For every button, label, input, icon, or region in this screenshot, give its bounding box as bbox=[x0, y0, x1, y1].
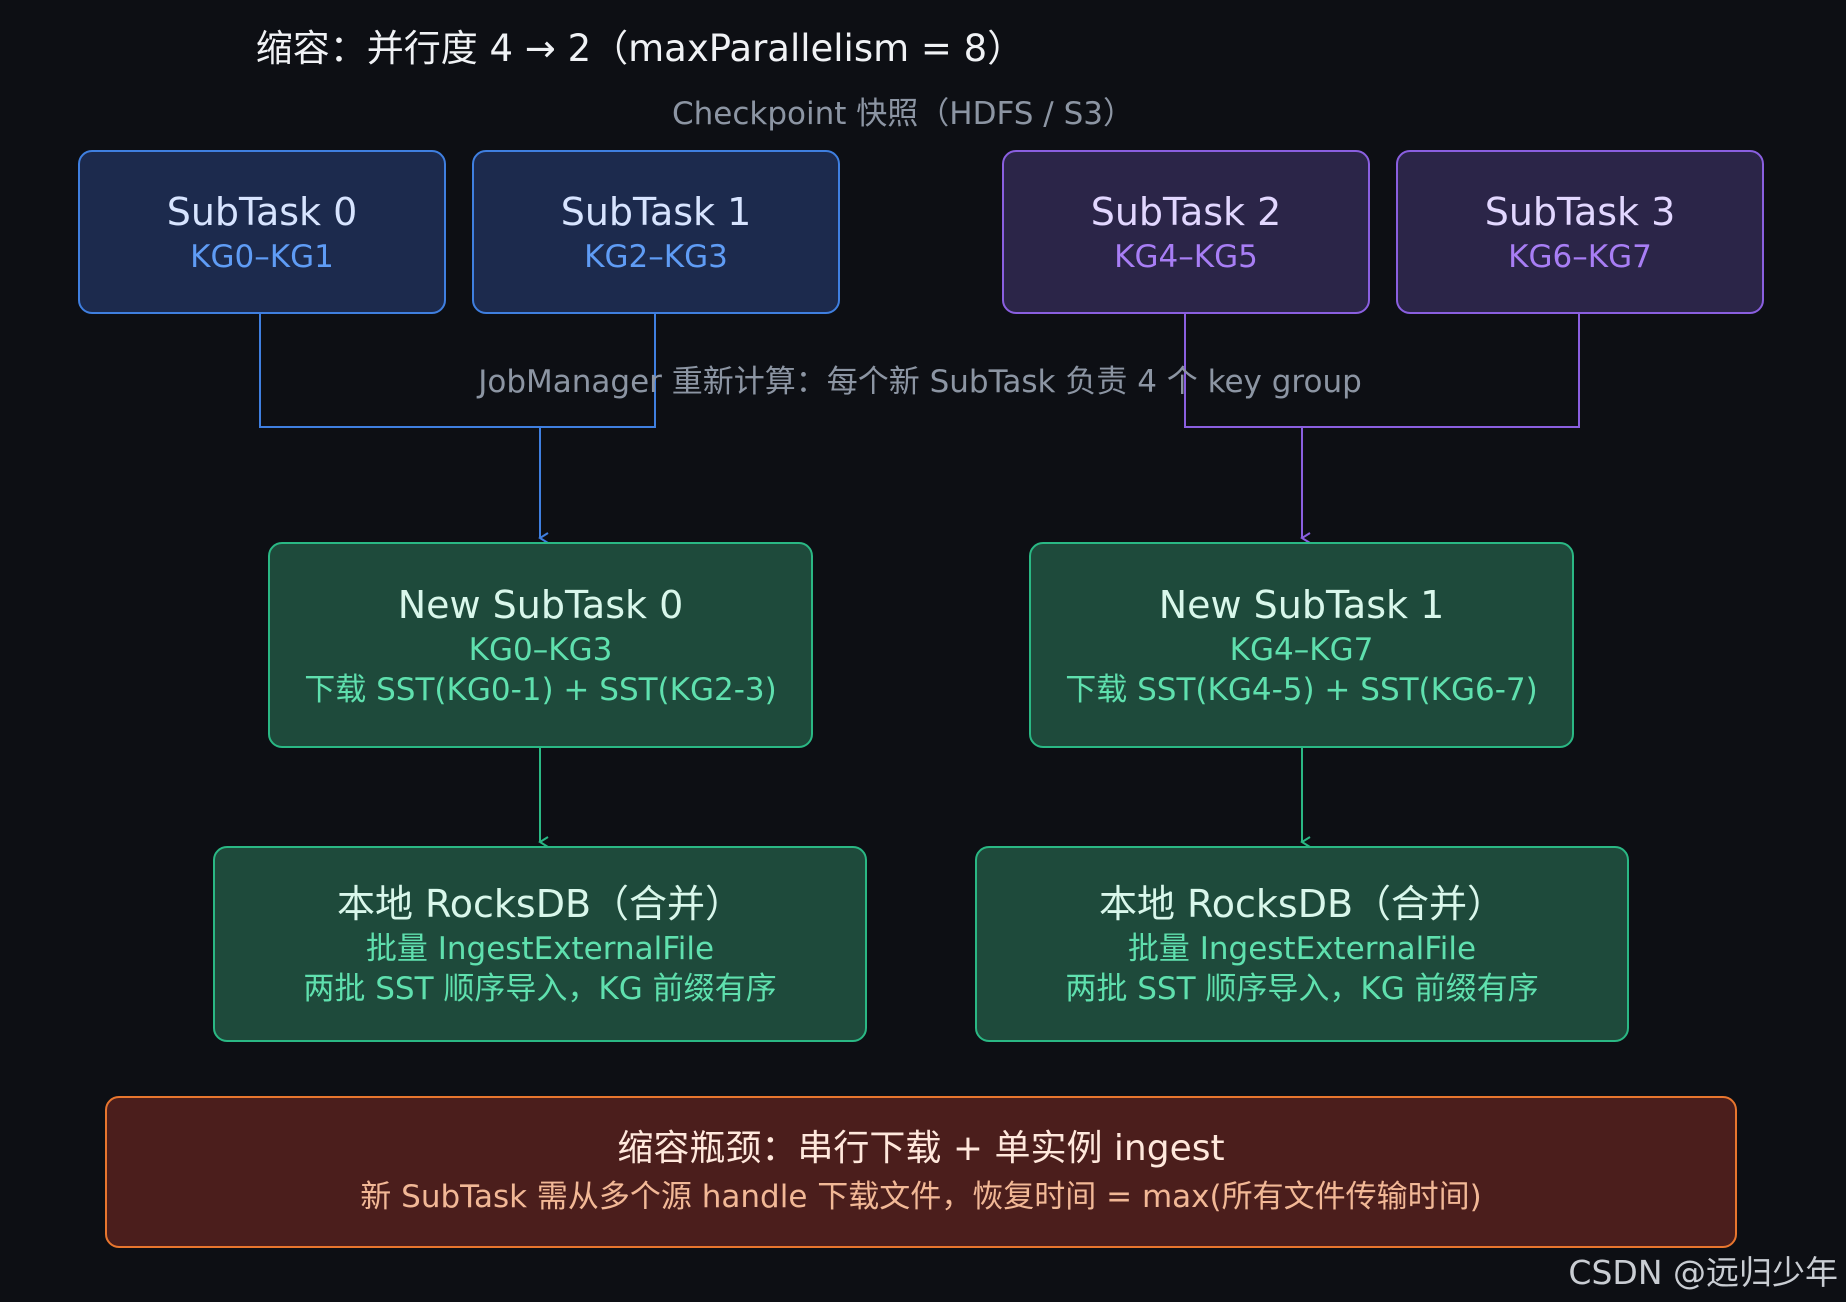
new-subtask-name: New SubTask 1 bbox=[1158, 583, 1445, 627]
new-subtask-range: KG0–KG3 bbox=[468, 632, 613, 668]
old-subtask-3: SubTask 3 KG6–KG7 bbox=[1396, 150, 1764, 314]
new-subtask-download: 下载 SST(KG4-5) + SST(KG6-7) bbox=[1065, 672, 1538, 708]
rocksdb-box-1: 本地 RocksDB（合并） 批量 IngestExternalFile 两批 … bbox=[975, 846, 1629, 1042]
subtask-name: SubTask 2 bbox=[1090, 190, 1282, 234]
bottleneck-detail: 新 SubTask 需从多个源 handle 下载文件，恢复时间 = max(所… bbox=[360, 1179, 1482, 1215]
subtask-name: SubTask 3 bbox=[1484, 190, 1676, 234]
subtask-name: SubTask 0 bbox=[166, 190, 358, 234]
new-subtask-1: New SubTask 1 KG4–KG7 下载 SST(KG4-5) + SS… bbox=[1029, 542, 1574, 748]
rocksdb-order: 两批 SST 顺序导入，KG 前缀有序 bbox=[1065, 971, 1539, 1007]
watermark: CSDN @远归少年 bbox=[1568, 1253, 1838, 1292]
new-subtask-range: KG4–KG7 bbox=[1229, 632, 1374, 668]
subtask-name: SubTask 1 bbox=[560, 190, 752, 234]
new-subtask-download: 下载 SST(KG0-1) + SST(KG2-3) bbox=[304, 672, 777, 708]
rocksdb-ingest: 批量 IngestExternalFile bbox=[365, 931, 715, 967]
subtask-range: KG2–KG3 bbox=[584, 239, 728, 275]
old-subtask-0: SubTask 0 KG0–KG1 bbox=[78, 150, 446, 314]
bottleneck-title: 缩容瓶颈：串行下载 + 单实例 ingest bbox=[617, 1128, 1225, 1169]
rocksdb-order: 两批 SST 顺序导入，KG 前缀有序 bbox=[303, 971, 777, 1007]
old-subtask-2: SubTask 2 KG4–KG5 bbox=[1002, 150, 1370, 314]
subtask-range: KG6–KG7 bbox=[1508, 239, 1652, 275]
rocksdb-box-0: 本地 RocksDB（合并） 批量 IngestExternalFile 两批 … bbox=[213, 846, 867, 1042]
new-subtask-name: New SubTask 0 bbox=[397, 583, 684, 627]
subtask-range: KG0–KG1 bbox=[190, 239, 334, 275]
rocksdb-title: 本地 RocksDB（合并） bbox=[336, 882, 744, 926]
new-subtask-0: New SubTask 0 KG0–KG3 下载 SST(KG0-1) + SS… bbox=[268, 542, 813, 748]
rocksdb-title: 本地 RocksDB（合并） bbox=[1098, 882, 1506, 926]
old-subtask-1: SubTask 1 KG2–KG3 bbox=[472, 150, 840, 314]
subtask-range: KG4–KG5 bbox=[1114, 239, 1258, 275]
rocksdb-ingest: 批量 IngestExternalFile bbox=[1127, 931, 1477, 967]
jobmanager-note: JobManager 重新计算：每个新 SubTask 负责 4 个 key g… bbox=[478, 364, 1362, 400]
bottleneck-box: 缩容瓶颈：串行下载 + 单实例 ingest 新 SubTask 需从多个源 h… bbox=[105, 1096, 1737, 1248]
